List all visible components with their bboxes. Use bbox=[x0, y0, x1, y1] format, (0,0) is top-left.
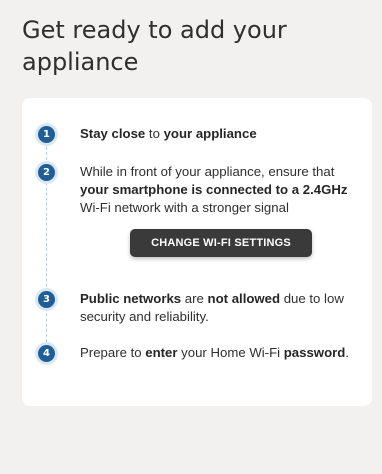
step-text-run: While in front of your appliance, ensure… bbox=[80, 164, 335, 179]
step-text-run: to bbox=[145, 126, 164, 141]
step-number-badge: 4 bbox=[38, 345, 55, 362]
step-text-run: Wi-Fi network with a stronger signal bbox=[80, 200, 289, 215]
step-text-run: Prepare to bbox=[80, 345, 146, 360]
step-text-bold-run: not allowed bbox=[207, 291, 281, 306]
step-text-run: your Home Wi-Fi bbox=[177, 345, 284, 360]
step-text-bold-run: your smartphone is connected to a 2.4GHz bbox=[80, 182, 348, 197]
step-text-run: are bbox=[181, 291, 208, 306]
step-text: Stay close to your appliance bbox=[80, 125, 362, 143]
change-wifi-settings-button[interactable]: CHANGE WI-FI SETTINGS bbox=[130, 229, 312, 257]
step-text-run: . bbox=[345, 345, 349, 360]
step-text-bold-run: password bbox=[283, 345, 346, 360]
step-number-badge: 3 bbox=[38, 291, 55, 308]
step-text: While in front of your appliance, ensure… bbox=[80, 163, 362, 217]
step-text-bold-run: Stay close bbox=[80, 126, 146, 141]
step-text-bold-run: Public networks bbox=[80, 291, 182, 306]
step-text-bold-run: your appliance bbox=[163, 126, 257, 141]
step-number-badge: 1 bbox=[38, 126, 55, 143]
step-text: Prepare to enter your Home Wi-Fi passwor… bbox=[80, 344, 362, 362]
step-text: Public networks are not allowed due to l… bbox=[80, 290, 362, 326]
page-title: Get ready to add your appliance bbox=[22, 16, 287, 76]
instructions-card: 1 Stay close to your appliance 2 While i… bbox=[22, 98, 372, 406]
step-number-badge: 2 bbox=[38, 164, 55, 181]
step-text-bold-run: enter bbox=[145, 345, 178, 360]
